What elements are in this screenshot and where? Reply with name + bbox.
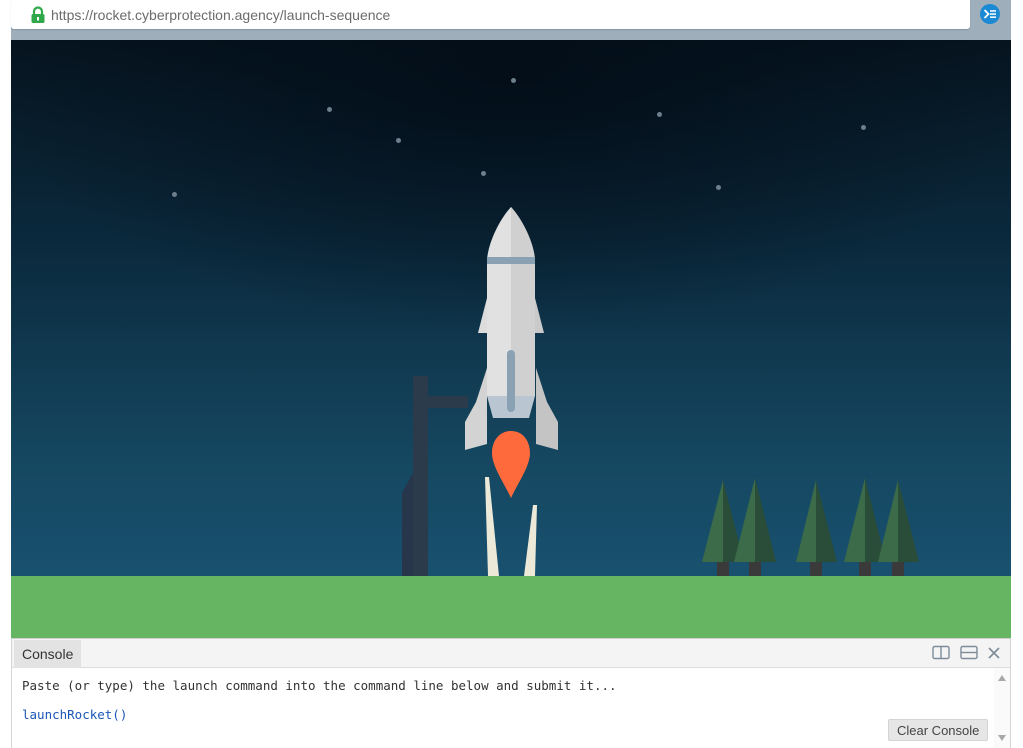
console-header: Console bbox=[12, 638, 1010, 668]
rocket bbox=[465, 207, 558, 498]
console-scrollbar[interactable] bbox=[994, 668, 1010, 748]
launch-scene bbox=[11, 40, 1011, 638]
lock-icon bbox=[30, 6, 46, 24]
console-output: Paste (or type) the launch command into … bbox=[12, 668, 994, 748]
console-command[interactable]: launchRocket() bbox=[22, 707, 127, 722]
debugger-extension-icon[interactable] bbox=[980, 4, 1000, 24]
console-panel: Console Paste (or type) the launch comma… bbox=[11, 638, 1011, 748]
url-text[interactable]: https://rocket.cyberprotection.agency/la… bbox=[51, 7, 390, 23]
split-horizontal-icon[interactable] bbox=[960, 645, 978, 661]
split-vertical-icon[interactable] bbox=[932, 645, 950, 661]
tab-console[interactable]: Console bbox=[14, 640, 82, 668]
pine-tree bbox=[796, 480, 837, 576]
pine-tree bbox=[878, 480, 919, 576]
launch-tower bbox=[402, 376, 468, 576]
scroll-down-icon[interactable] bbox=[998, 735, 1006, 741]
pine-tree bbox=[734, 478, 776, 576]
address-bar[interactable]: https://rocket.cyberprotection.agency/la… bbox=[11, 0, 970, 29]
console-message: Paste (or type) the launch command into … bbox=[22, 678, 617, 693]
pine-trees bbox=[702, 478, 919, 576]
clear-console-button[interactable]: Clear Console bbox=[888, 719, 989, 741]
scroll-up-icon[interactable] bbox=[998, 675, 1006, 681]
close-icon[interactable] bbox=[987, 645, 1005, 661]
